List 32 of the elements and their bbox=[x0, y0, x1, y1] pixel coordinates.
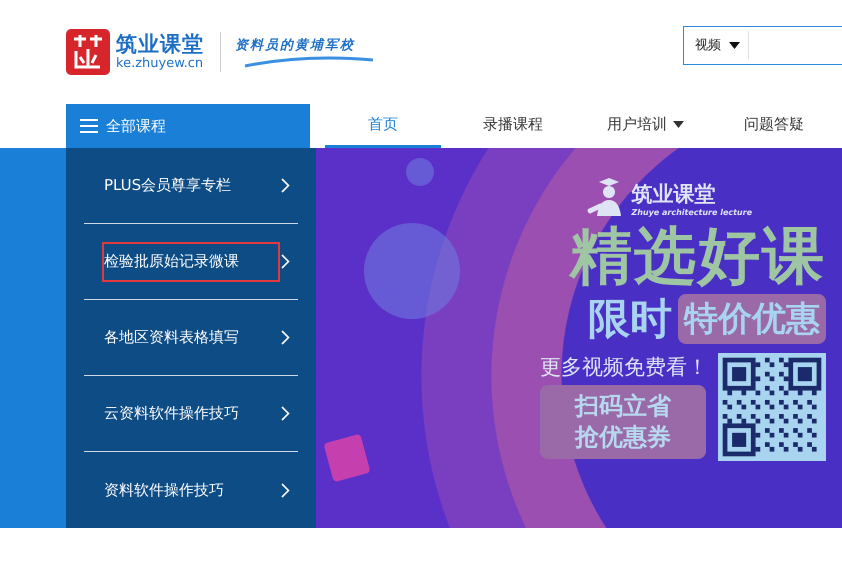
chevron-right-icon bbox=[281, 330, 290, 345]
coupon-panel: 扫码立省 抢优惠券 bbox=[540, 385, 706, 460]
bubble-icon bbox=[406, 158, 434, 186]
nav-tab[interactable]: 用户培训 bbox=[585, 104, 706, 148]
chevron-right-icon bbox=[281, 482, 290, 498]
banner-price-tag: 特价优惠 bbox=[678, 294, 826, 344]
sidebar-item[interactable]: 云资料软件操作技巧 bbox=[84, 376, 298, 452]
caret-icon bbox=[673, 121, 684, 128]
promo-banner[interactable]: 筑业课堂 Zhuye architecture lecture 精选好课 限时 特价优惠 更多视频免费看！ 扫码立省 抢优惠券 bbox=[316, 148, 842, 528]
chevron-right-icon bbox=[281, 178, 290, 193]
caret-icon bbox=[729, 42, 740, 48]
nav-tab[interactable]: 录播课程 bbox=[441, 104, 586, 148]
logo-domain: ke.zhuyew.cn bbox=[116, 56, 204, 72]
banner-brand-en: Zhuye architecture lecture bbox=[631, 208, 752, 216]
banner-tagline: 更多视频免费看！ bbox=[540, 354, 708, 382]
sidebar-item[interactable]: 各地区资料表格填写 bbox=[84, 300, 298, 376]
sidebar-item[interactable]: 检验批原始记录微课 bbox=[84, 224, 298, 300]
search-field[interactable]: 视频 bbox=[683, 26, 842, 64]
chevron-right-icon bbox=[281, 254, 290, 269]
slogan: 资料员的黄埔军校 bbox=[235, 37, 356, 54]
logo-icon bbox=[66, 29, 110, 75]
all-courses-button[interactable]: 全部课程 bbox=[66, 104, 310, 148]
banner-subline: 限时 bbox=[588, 293, 672, 346]
banner-brand: 筑业课堂 bbox=[631, 180, 716, 208]
menu-icon bbox=[80, 119, 98, 133]
sidebar-item[interactable]: PLUS会员尊享专栏 bbox=[84, 148, 298, 224]
banner-headline: 精选好课 bbox=[570, 220, 826, 292]
chevron-right-icon bbox=[281, 406, 290, 421]
qr-code-icon bbox=[718, 353, 826, 462]
sidebar-item[interactable]: 资料软件操作技巧 bbox=[84, 452, 298, 528]
logo-text: 筑业课堂 bbox=[116, 32, 204, 56]
nav-tab[interactable]: 问题答疑 bbox=[706, 104, 842, 148]
